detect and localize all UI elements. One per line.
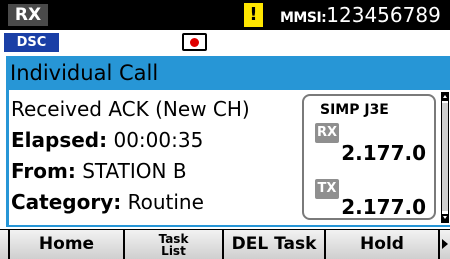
sub-bar: DSC (1) [0, 30, 450, 69]
tx-frequency: 2.177.0 [341, 195, 426, 219]
mode-label: SIMP J3E [320, 102, 389, 118]
dsc-message-badge[interactable]: DSC (1) [4, 33, 59, 69]
scroll-up-arrow-icon[interactable] [442, 93, 448, 101]
mmsi-label: MMSI: [280, 10, 327, 26]
call-info: Received ACK (New CH) Elapsed: 00:00:35 … [9, 94, 309, 218]
from-label: From: [11, 159, 76, 183]
scroll-thumb[interactable] [442, 103, 448, 211]
arrow-right-icon [442, 239, 448, 249]
elapsed-value: 00:00:35 [113, 128, 204, 152]
home-button[interactable]: Home [10, 230, 123, 259]
from-value: STATION B [82, 159, 187, 183]
softkey-bar: Home Task List DEL Task Hold [0, 229, 450, 259]
del-task-button[interactable]: DEL Task [224, 230, 324, 259]
mmsi-value: 123456789 [326, 3, 441, 27]
elapsed-line: Elapsed: 00:00:35 [9, 125, 309, 156]
softkey-left-edge [0, 230, 8, 259]
panel-title: Individual Call [10, 61, 159, 85]
more-softkeys-button[interactable] [440, 230, 450, 259]
record-dot [190, 38, 199, 47]
task-list-button[interactable]: Task List [125, 230, 222, 259]
rx-tag: RX [315, 123, 339, 143]
category-label: Category: [11, 190, 122, 214]
record-icon [182, 33, 207, 51]
elapsed-label: Elapsed: [11, 128, 108, 152]
call-status-line: Received ACK (New CH) [11, 97, 250, 121]
scrollbar[interactable] [441, 92, 449, 223]
panel-content: Received ACK (New CH) Elapsed: 00:00:35 … [9, 90, 450, 225]
from-line: From: STATION B [9, 156, 309, 187]
rx-frequency: 2.177.0 [341, 141, 426, 165]
hold-button[interactable]: Hold [326, 230, 438, 259]
category-line: Category: Routine [9, 187, 309, 218]
frequency-box: SIMP J3E RX 2.177.0 TX 2.177.0 [302, 94, 436, 220]
task-list-label-line2: List [161, 244, 186, 258]
exclamation-warning-icon: ! [244, 3, 263, 27]
scroll-down-arrow-icon[interactable] [442, 214, 448, 222]
category-value: Routine [127, 190, 204, 214]
tx-tag: TX [315, 179, 339, 199]
status-bar: RX ! MMSI:123456789 [0, 0, 450, 30]
rx-mode-label: RX [8, 4, 48, 26]
mmsi-readout: MMSI:123456789 [280, 3, 441, 30]
individual-call-panel: Individual Call Received ACK (New CH) El… [6, 56, 450, 227]
